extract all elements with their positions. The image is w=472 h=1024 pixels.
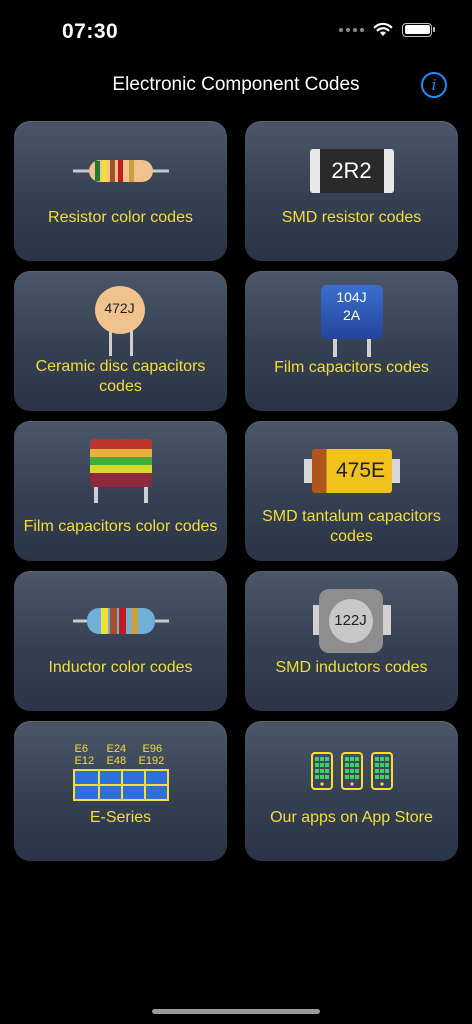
e-series-label: E48 — [106, 755, 127, 767]
smd-resistor-icon: 2R2 — [309, 149, 394, 193]
phones-icon — [310, 752, 393, 790]
e-series-label: E96 — [142, 743, 163, 755]
card-label: Our apps on App Store — [270, 809, 433, 826]
card-label: Inductor color codes — [48, 659, 193, 676]
home-indicator[interactable] — [152, 1009, 320, 1014]
film-code-line1: 104J — [336, 289, 367, 305]
e-series-label: E6 — [74, 743, 88, 755]
navigation-bar: Electronic Component Codes i — [0, 64, 472, 108]
card-label: Film capacitors color codes — [23, 518, 218, 535]
e-series-icon: E6 E12 E24 E48 E96 E192 — [72, 741, 169, 801]
resistor-icon — [72, 160, 169, 182]
card-smd-resistor-codes[interactable]: 2R2 SMD resistor codes — [245, 121, 458, 261]
card-smd-tantalum-capacitors-codes[interactable]: 475E SMD tantalum capacitors codes — [245, 421, 458, 561]
card-film-capacitors-color-codes[interactable]: Film capacitors color codes — [14, 421, 227, 561]
e-series-label: E12 — [74, 755, 95, 767]
inductor-icon — [72, 608, 169, 634]
card-label: E-Series — [89, 809, 152, 826]
info-button[interactable]: i — [421, 72, 447, 98]
card-film-capacitors-codes[interactable]: 104J 2A Film capacitors codes — [245, 271, 458, 411]
film-capacitor-icon: 104J 2A — [320, 285, 383, 357]
battery-icon — [402, 22, 435, 37]
smd-inductor-icon: 122J — [312, 589, 391, 653]
card-label: SMD tantalum capacitors codes — [262, 508, 441, 545]
tantalum-capacitor-icon: 475E — [303, 449, 400, 493]
card-resistor-color-codes[interactable]: Resistor color codes — [14, 121, 227, 261]
card-ceramic-disc-capacitors-codes[interactable]: 472J Ceramic disc capacitors codes — [14, 271, 227, 411]
card-label: Ceramic disc capacitors codes — [35, 358, 206, 395]
tantalum-code: 475E — [335, 459, 386, 482]
page-title: Electronic Component Codes — [112, 74, 360, 95]
smd-inductor-code: 122J — [334, 612, 367, 629]
card-label: Film capacitors codes — [274, 359, 429, 376]
e-series-label: E24 — [106, 743, 127, 755]
card-e-series[interactable]: E6 E12 E24 E48 E96 E192 E-Series — [14, 721, 227, 861]
signal-dots-icon — [339, 27, 364, 32]
ceramic-code: 472J — [104, 300, 135, 316]
status-bar: 07:30 — [0, 0, 472, 64]
status-time: 07:30 — [62, 20, 119, 43]
ceramic-capacitor-icon: 472J — [94, 286, 147, 356]
film-code-line2: 2A — [342, 307, 361, 323]
e-series-label: E192 — [138, 755, 165, 767]
component-grid: Resistor color codes 2R2 SMD resistor co… — [14, 121, 459, 861]
card-smd-inductors-codes[interactable]: 122J SMD inductors codes — [245, 571, 458, 711]
card-our-apps[interactable]: Our apps on App Store — [245, 721, 458, 861]
card-label: SMD inductors codes — [275, 659, 428, 676]
status-icons — [339, 22, 435, 37]
card-label: Resistor color codes — [48, 209, 193, 226]
card-inductor-color-codes[interactable]: Inductor color codes — [14, 571, 227, 711]
film-capacitor-color-icon — [89, 439, 152, 503]
card-label: SMD resistor codes — [281, 209, 422, 226]
wifi-icon — [373, 22, 393, 36]
smd-resistor-code: 2R2 — [331, 158, 372, 183]
